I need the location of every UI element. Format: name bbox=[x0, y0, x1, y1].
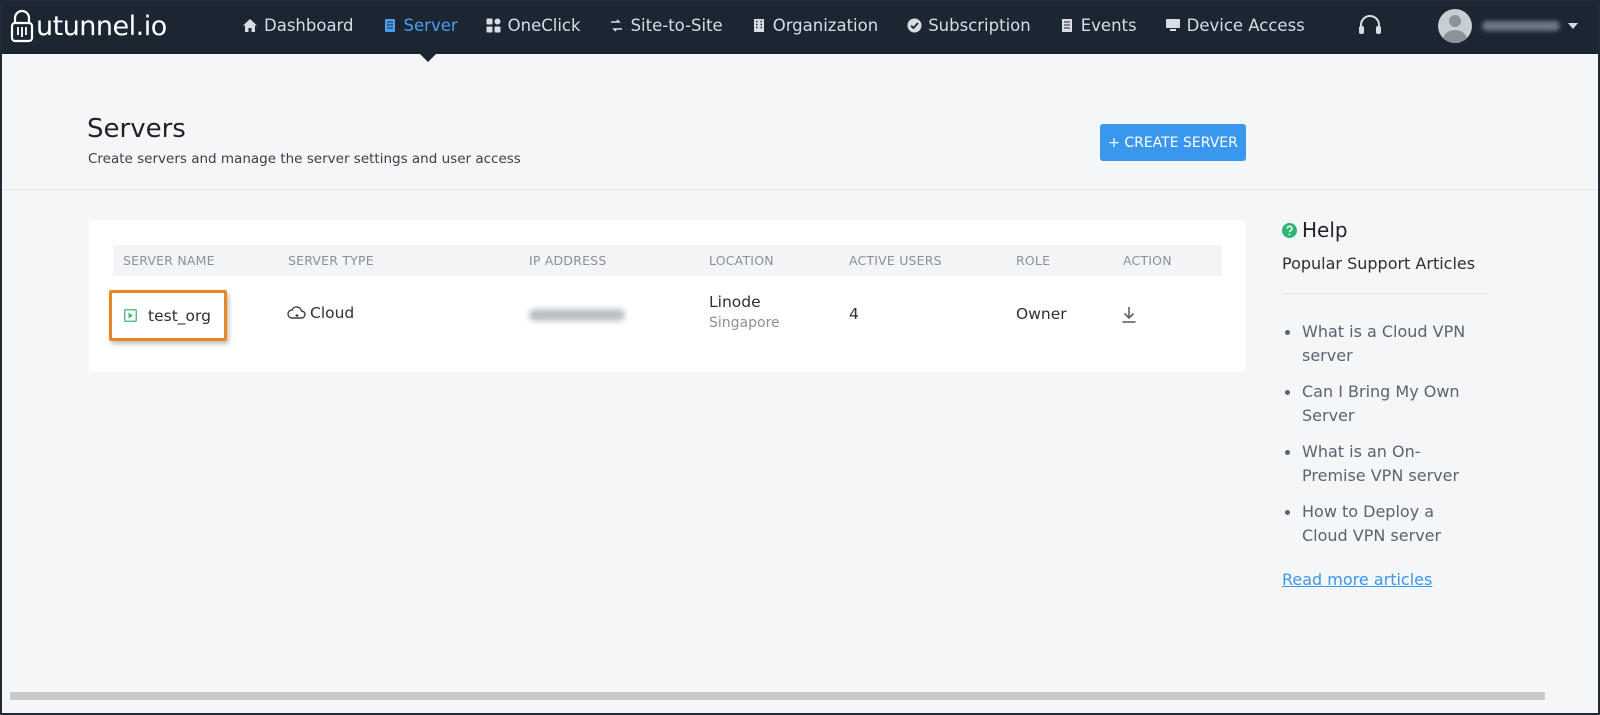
brand-name: utunnel.io bbox=[36, 10, 167, 42]
play-icon bbox=[124, 309, 137, 322]
read-more-articles-link[interactable]: Read more articles bbox=[1282, 570, 1432, 589]
question-circle-icon bbox=[1282, 222, 1297, 238]
column-header-ip-address: IP ADDRESS bbox=[529, 253, 607, 268]
help-heading: Help bbox=[1282, 218, 1492, 242]
cloud-icon bbox=[287, 306, 306, 319]
help-subtitle: Popular Support Articles bbox=[1282, 254, 1488, 294]
nav-item-site-to-site[interactable]: Site-to-Site bbox=[609, 2, 723, 48]
support-articles-list: What is a Cloud VPN server Can I Bring M… bbox=[1282, 320, 1492, 548]
nav-label: OneClick bbox=[507, 15, 581, 35]
nav-item-organization[interactable]: Organization bbox=[751, 2, 879, 48]
document-icon bbox=[1059, 17, 1075, 33]
column-header-server-name: SERVER NAME bbox=[123, 253, 215, 268]
nav-label: Dashboard bbox=[264, 15, 354, 35]
grid-icon bbox=[486, 17, 502, 33]
horizontal-scrollbar[interactable] bbox=[10, 692, 1545, 700]
column-header-action: ACTION bbox=[1123, 253, 1172, 268]
top-navigation-bar: utunnel.io Dashboard Server OneClick Sit… bbox=[2, 2, 1598, 54]
main-nav: Dashboard Server OneClick Site-to-Site O… bbox=[242, 2, 1333, 48]
server-name-link[interactable]: test_org bbox=[148, 307, 211, 325]
servers-table-card: SERVER NAME SERVER TYPE IP ADDRESS LOCAT… bbox=[89, 220, 1246, 372]
help-panel: Help Popular Support Articles What is a … bbox=[1282, 218, 1492, 589]
location-provider: Linode bbox=[709, 293, 761, 311]
chevron-down-icon bbox=[1568, 23, 1578, 29]
nav-label: Site-to-Site bbox=[630, 15, 723, 35]
user-menu[interactable] bbox=[1438, 8, 1578, 44]
page-header: Servers Create servers and manage the se… bbox=[2, 54, 1598, 190]
monitor-icon bbox=[1165, 17, 1181, 33]
nav-item-server[interactable]: Server bbox=[382, 2, 458, 48]
support-article-link[interactable]: How to Deploy a Cloud VPN server bbox=[1282, 500, 1482, 548]
brand-logo[interactable]: utunnel.io bbox=[10, 6, 167, 46]
role-value: Owner bbox=[1016, 305, 1067, 323]
nav-item-subscription[interactable]: Subscription bbox=[906, 2, 1031, 48]
column-header-location: LOCATION bbox=[709, 253, 774, 268]
column-header-server-type: SERVER TYPE bbox=[288, 253, 374, 268]
nav-label: Events bbox=[1080, 15, 1137, 35]
server-type-value: Cloud bbox=[310, 304, 355, 322]
user-name-blurred bbox=[1482, 21, 1560, 31]
home-icon bbox=[242, 17, 258, 33]
nav-label: Subscription bbox=[928, 15, 1031, 35]
support-article-link[interactable]: Can I Bring My Own Server bbox=[1282, 380, 1482, 428]
page-title: Servers bbox=[87, 114, 186, 144]
nav-item-events[interactable]: Events bbox=[1059, 2, 1137, 48]
lock-logo-icon bbox=[10, 9, 34, 43]
help-title: Help bbox=[1302, 218, 1348, 242]
nav-label: Server bbox=[403, 15, 458, 35]
nav-item-device-access[interactable]: Device Access bbox=[1165, 2, 1305, 48]
download-icon[interactable] bbox=[1121, 306, 1137, 324]
location-cell: Linode Singapore bbox=[709, 293, 780, 331]
nav-item-dashboard[interactable]: Dashboard bbox=[242, 2, 354, 48]
building-icon bbox=[751, 17, 767, 33]
check-circle-icon bbox=[906, 17, 922, 33]
create-server-button[interactable]: + CREATE SERVER bbox=[1100, 124, 1246, 161]
nav-item-oneclick[interactable]: OneClick bbox=[486, 2, 581, 48]
avatar bbox=[1438, 9, 1472, 43]
column-header-active-users: ACTIVE USERS bbox=[849, 253, 942, 268]
support-article-link[interactable]: What is a Cloud VPN server bbox=[1282, 320, 1482, 368]
table-header: SERVER NAME SERVER TYPE IP ADDRESS LOCAT… bbox=[113, 245, 1222, 276]
nav-label: Organization bbox=[772, 15, 879, 35]
nav-label: Device Access bbox=[1186, 15, 1305, 35]
server-name-cell-highlighted[interactable]: test_org bbox=[109, 290, 227, 341]
server-icon bbox=[382, 17, 398, 33]
active-users-value: 4 bbox=[849, 305, 859, 323]
column-header-role: ROLE bbox=[1016, 253, 1051, 268]
ip-address-blurred bbox=[529, 309, 625, 321]
arrows-icon bbox=[609, 17, 625, 33]
support-article-link[interactable]: What is an On-Premise VPN server bbox=[1282, 440, 1482, 488]
location-region: Singapore bbox=[709, 315, 780, 331]
page-subtitle: Create servers and manage the server set… bbox=[88, 151, 521, 167]
headset-support-icon[interactable] bbox=[1356, 12, 1384, 40]
server-type-cell: Cloud bbox=[287, 304, 354, 322]
